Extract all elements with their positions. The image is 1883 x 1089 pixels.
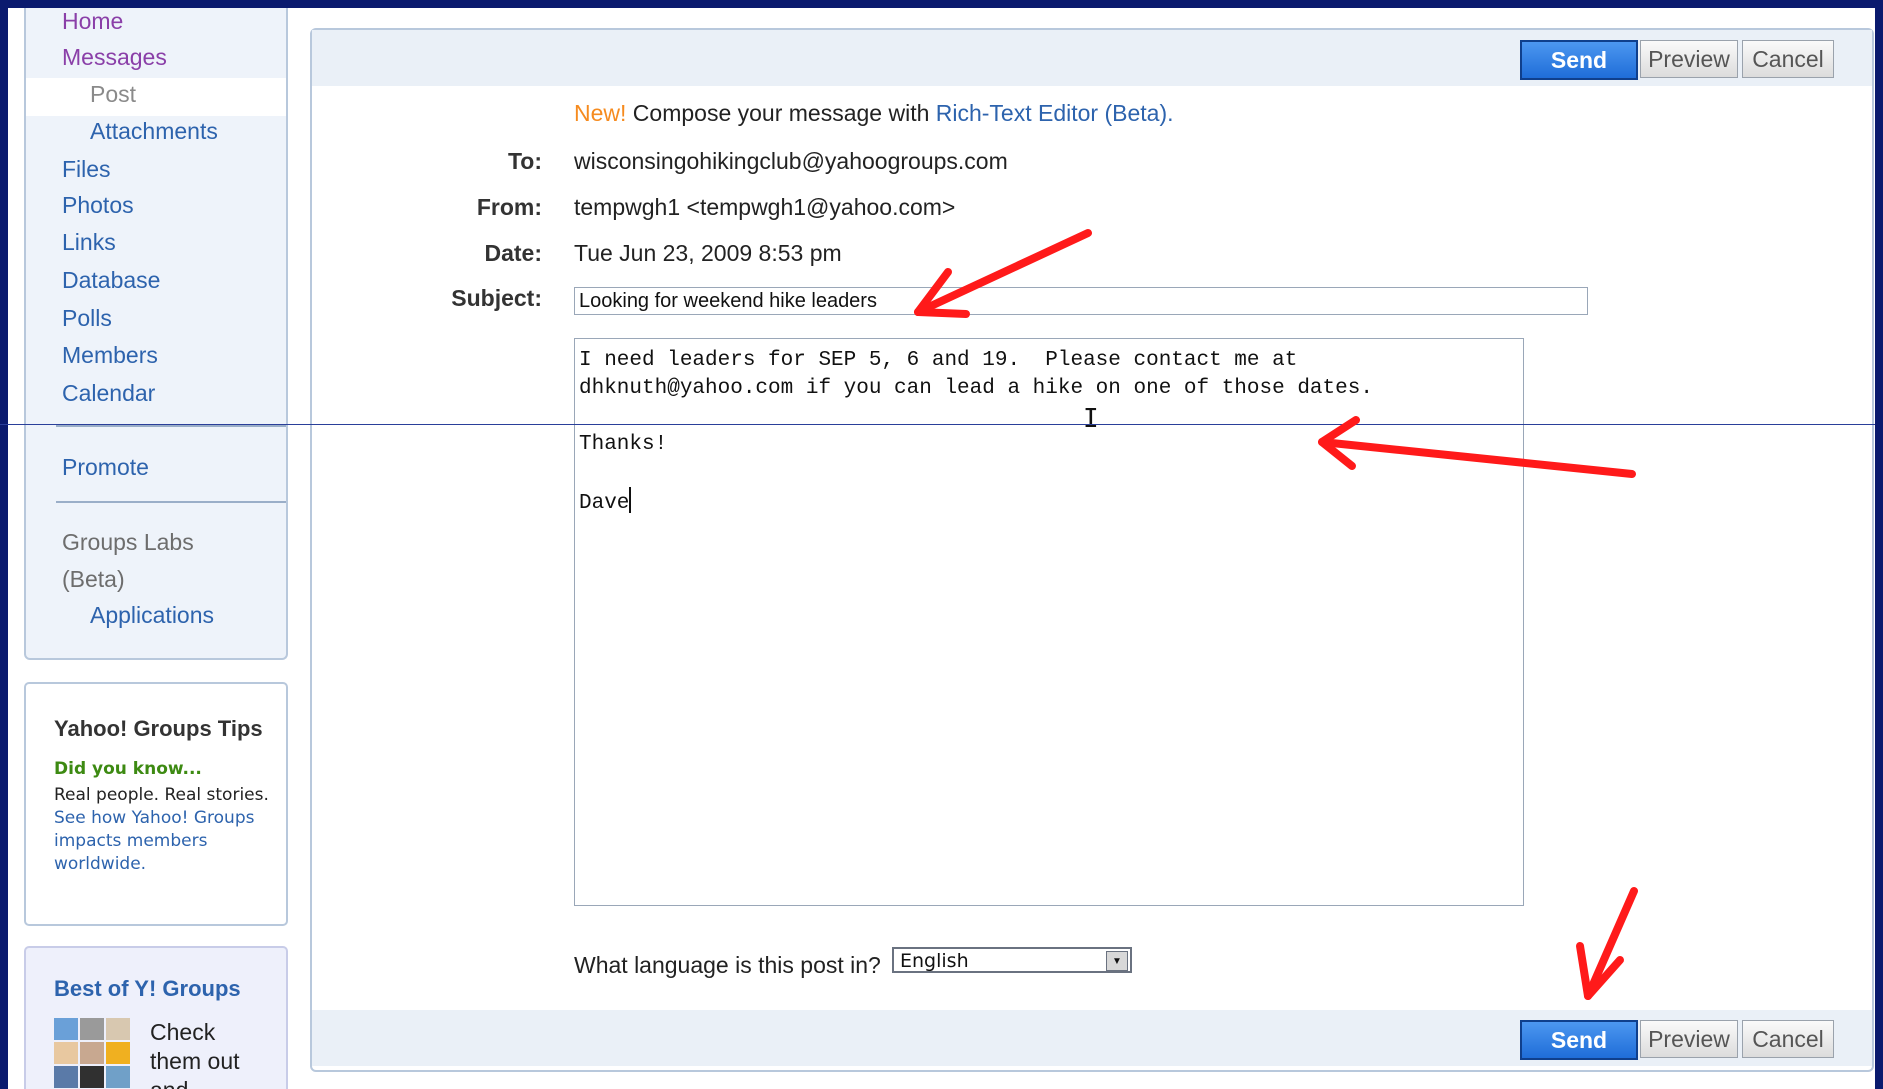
frame-edge (1875, 0, 1883, 1089)
annotation-arrows (914, 229, 1638, 1000)
arrow-to-body-icon (1318, 416, 1636, 478)
arrow-to-subject-icon (914, 229, 1092, 318)
arrow-to-send-icon (1576, 887, 1638, 1000)
